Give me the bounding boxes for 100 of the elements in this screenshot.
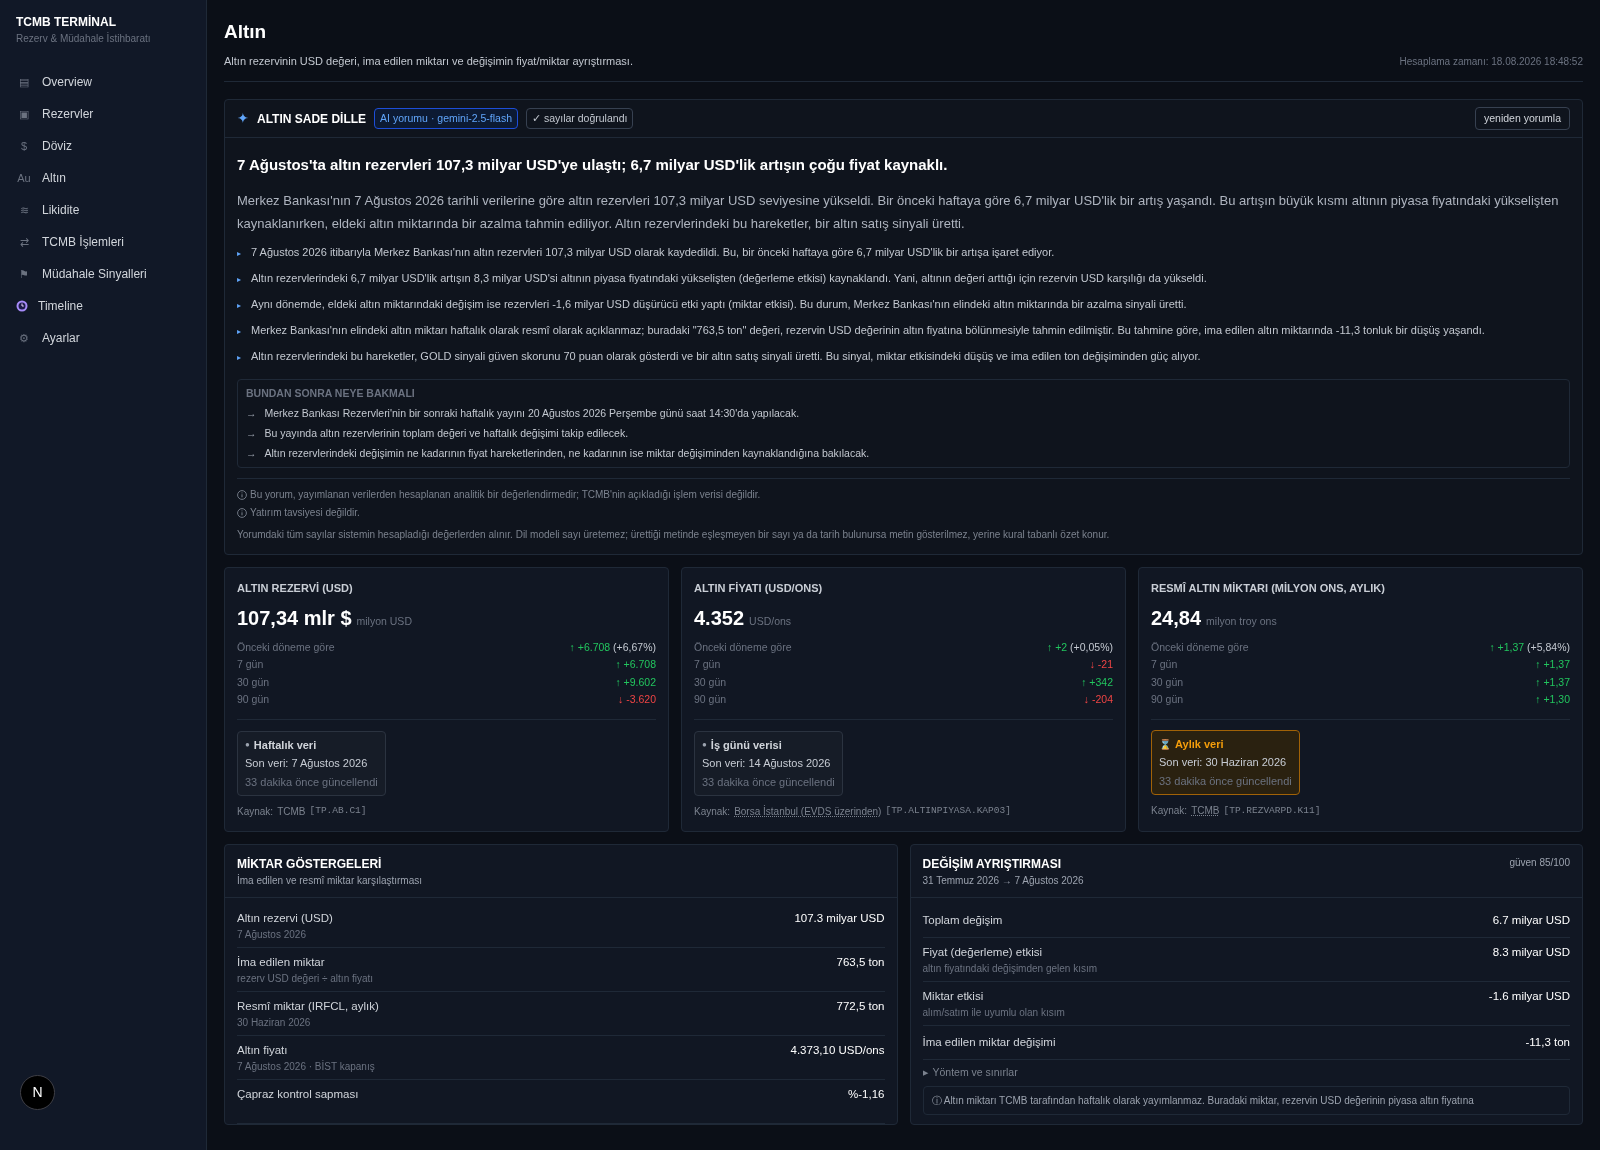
row-label: Miktar etkisi [922, 989, 985, 1004]
change-value: ↑ +342 [1081, 674, 1113, 690]
row-value: %-1,16 [848, 1087, 885, 1102]
updated-time: 33 dakika önce güncellendi [245, 774, 378, 790]
last-data-date: Son veri: 7 Ağustos 2026 [245, 756, 369, 771]
page-title: Altın [224, 20, 268, 44]
nav-icon: ⚙ [16, 329, 32, 347]
row-value: -1.6 milyar USD [1488, 989, 1570, 1004]
hourglass-icon: ⌛ [1159, 736, 1171, 752]
sidebar-item[interactable]: ▣ Rezervler [0, 98, 206, 130]
period-label: 90 gün [694, 692, 727, 708]
model-tag: AI yorumu · gemini-2.5-flash [374, 107, 518, 130]
card-title: ALTIN FİYATI (USD/ONS) [694, 581, 824, 597]
disclaimer-text: Bu yorum, yayımlanan verilerden hesaplanan analitik bir değerlendirmedir; TCMB'nin açıkladığı işlem verisi değildir. [250, 488, 761, 503]
period-label: Önceki döneme göre [694, 639, 792, 655]
summary-bullet: Altın rezervlerindeki 6,7 milyar USD'lik artışın 8,3 milyar USD'si altının piyasa fiyatındaki yükselişten (değerleme etkisi) kaynaklandı. Yani, altının değeri arttığı için rezervin USD karşılığı da yükseldi. [251, 270, 1207, 286]
metric-value: 107,34 mlr $ [237, 605, 352, 631]
arrow-icon: → [246, 425, 257, 442]
sidebar-item[interactable]: ▤ Overview [0, 66, 206, 98]
change-value: ↓ -21 [1089, 657, 1113, 673]
last-data-date: Son veri: 30 Haziran 2026 [1159, 755, 1288, 771]
source-label: Kaynak: [694, 805, 731, 819]
sidebar-item[interactable]: $ Döviz [0, 130, 206, 162]
row-label: Fiyat (değerleme) etkisi [922, 945, 1043, 960]
row-note: 30 Haziran 2026 [237, 1016, 312, 1031]
period-label: 7 gün [237, 657, 264, 673]
sidebar-item[interactable]: Au Altın [0, 162, 206, 194]
source-label: Kaynak: [1151, 804, 1188, 819]
dev-indicator-button[interactable]: N [20, 1075, 55, 1110]
row-value: 6.7 milyar USD [1492, 912, 1570, 928]
change-value: ↑ +1,37 [1535, 657, 1570, 673]
change-value: ↓ -3.620 [618, 692, 656, 708]
row-label: Çapraz kontrol sapması [237, 1087, 359, 1102]
data-frequency: Aylık veri [1175, 736, 1224, 752]
series-code: [TP.AB.C1] [309, 804, 367, 819]
data-frequency: Haftalık veri [253, 737, 317, 753]
row-label: İma edilen miktar değişimi [922, 1034, 1056, 1050]
period-label: 7 gün [694, 657, 721, 673]
sidebar-item[interactable]: ⚙ Ayarlar [0, 322, 206, 354]
row-label: Altın fiyatı [237, 1043, 289, 1058]
bullet-icon: ▸ [237, 346, 241, 367]
period-label: Önceki döneme göre [1151, 639, 1249, 655]
sidebar-item[interactable]: ≋ Likidite [0, 194, 206, 226]
source-label: Kaynak: [237, 805, 274, 819]
regenerate-button[interactable]: yeniden yorumla [1474, 106, 1570, 131]
period-label: 90 gün [1151, 692, 1184, 708]
period-label: 30 gün [694, 674, 727, 690]
row-label: Altın rezervi (USD) [237, 911, 333, 926]
bullet-icon: ▸ [237, 242, 241, 263]
metric-unit: milyon USD [356, 613, 412, 629]
app-title: TCMB TERMİNAL [16, 14, 117, 31]
app-subtitle: Rezerv & Müdahale İstihbaratı [16, 31, 152, 46]
info-icon [237, 489, 247, 500]
row-note: rezerv USD değeri ÷ altın fiyatı [237, 972, 374, 987]
next-step-item: Altın rezervlerindeki değişimin ne kadarının fiyat hareketlerinden, ne kadarının ise miktar değişiminden kaynaklandığına bakılacak. [264, 446, 870, 462]
confidence-score: güven 85/100 [1509, 856, 1570, 870]
change-value: ↑ +1,30 [1535, 692, 1570, 708]
change-value: ↑ +1,37 [1535, 674, 1570, 690]
sidebar-item[interactable]: ⇄ TCMB İşlemleri [0, 226, 206, 258]
row-value: 772,5 ton [836, 999, 885, 1014]
verified-tag: ✓ sayılar doğrulandı [526, 107, 634, 130]
nav-icon: ⚑ [16, 265, 32, 283]
metric-unit: USD/ons [749, 613, 792, 629]
next-step-item: Merkez Bankası Rezervleri'nin bir sonraki haftalık yayını 20 Ağustos 2026 Perşembe günü saat 14:30'da yapılacak. [264, 406, 800, 422]
dot-icon: ● [702, 738, 707, 751]
row-label: Resmî miktar (IRFCL, aylık) [237, 999, 379, 1014]
nav-icon: ▣ [16, 105, 32, 123]
nav-icon: $ [16, 137, 32, 155]
summary-bullet: Altın rezervlerindeki bu hareketler, GOLD sinyali güven skorunu 70 puan olarak gösterdi ve bir altın satış sinyali üretti. Bu sinyal, miktar etkisindeki düşüş ve ima edilen ton değişiminden güç alıyor. [251, 348, 1201, 364]
period-label: 7 gün [1151, 657, 1178, 673]
nav-icon: ▤ [16, 73, 32, 91]
next-step-item: Bu yayında altın rezervlerinin toplam değeri ve haftalık değişimi takip edilecek. [264, 426, 629, 442]
summary-headline: 7 Ağustos'ta altın rezervleri 107,3 milyar USD'ye ulaştı; 6,7 milyar USD'lik artışın çoğu fiyat kaynaklı. [237, 155, 949, 175]
period-label: 90 gün [237, 692, 270, 708]
footnote-text: Yorumdaki tüm sayılar sistemin hesapladığı değerlerden alınır. Dil modeli sayı üretemez; ürettiği metinde eşleşmeyen bir sayı ya da tarih bulunursa metin gösterilmez, yerine kural tabanlı özet konur. [237, 528, 1111, 543]
nav-icon: ⇄ [16, 233, 32, 251]
source-link[interactable]: Borsa İstanbul (EVDS üzerinden) [734, 804, 882, 819]
bullet-icon: ▸ [237, 294, 241, 315]
panel-title: MİKTAR GÖSTERGELERİ [237, 856, 383, 873]
period-label: 30 gün [237, 674, 270, 690]
change-value: ↑ +9.602 [615, 674, 656, 690]
row-note: 7 Ağustos 2026 · BİST kapanış [237, 1059, 375, 1075]
row-value: 8.3 milyar USD [1492, 945, 1570, 960]
period-range: 31 Temmuz 2026 → 7 Ağustos 2026 [922, 874, 1084, 888]
info-note: ⓘ Altın miktarı TCMB tarafından haftalık olarak yayımlanmaz. Buradaki miktar, rezervin USD değerinin piyasa altın fiyatına [922, 1085, 1570, 1115]
row-value: 4.373,10 USD/ons [790, 1043, 885, 1058]
row-value: 107.3 milyar USD [794, 911, 885, 926]
next-steps-title: BUNDAN SONRA NEYE BAKMALI [246, 385, 416, 401]
panel-title: DEĞİŞİM AYRIŞTIRMASI [922, 855, 1062, 873]
sidebar-item[interactable]: Timeline [0, 290, 206, 322]
summary-paragraph: Merkez Bankası'nın 7 Ağustos 2026 tarihli verilerine göre altın rezervleri 107,3 milyar USD seviyesine yükseldi. Bir önceki haftaya göre 6,7 milyar USD'lik bir artış yaşandı. Bu artışın büyük kısmı altının piyasa fiyatındaki yükselişten kaynaklanırken, eldeki altın miktarında bir azalma tahmin ediliyor. Altın rezervlerindeki bu hareketler, bir altın satış sinyali üretti. [237, 191, 1560, 233]
source-link[interactable]: TCMB [1191, 803, 1220, 819]
nav-icon: Au [16, 169, 32, 187]
data-frequency: İş günü verisi [710, 737, 782, 753]
nav-icon: ≋ [16, 201, 32, 219]
change-value: ↑ +6.708 (+6,67%) [569, 639, 656, 655]
change-value: ↑ +1,37 (+5,84%) [1489, 639, 1570, 655]
calculation-timestamp: Hesaplama zamanı: 18.08.2026 18:48:52 [1399, 55, 1583, 69]
last-data-date: Son veri: 14 Ağustos 2026 [702, 756, 832, 771]
sidebar-item[interactable]: ⚑ Müdahale Sinyalleri [0, 258, 206, 290]
